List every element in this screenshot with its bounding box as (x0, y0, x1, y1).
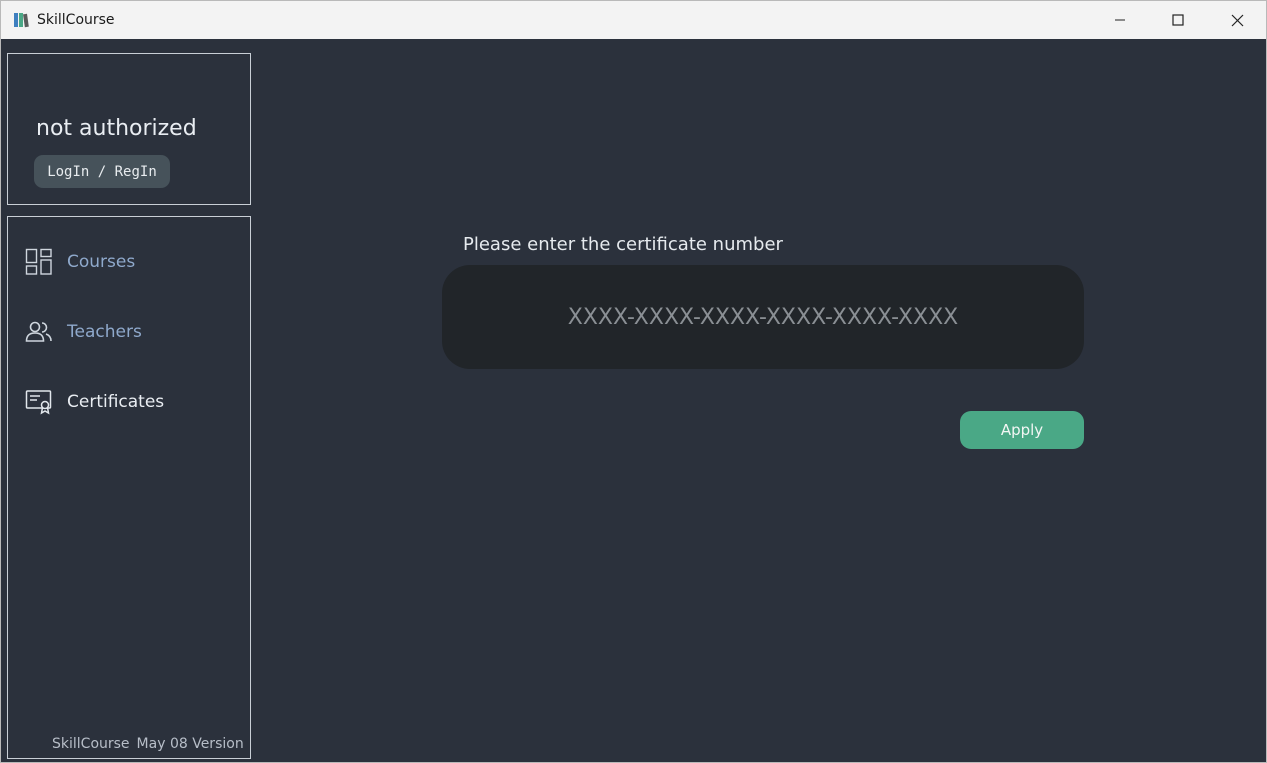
sidebar-item-courses[interactable]: Courses (24, 242, 244, 282)
books-app-icon (14, 13, 29, 28)
sidebar-nav: Courses Teachers Certificates SkillCours… (7, 216, 251, 759)
app-name-label: SkillCourse (52, 736, 130, 752)
window-title: SkillCourse (37, 12, 115, 28)
certificate-number-input[interactable] (442, 265, 1084, 369)
app-content: not authorized LogIn / RegIn Courses Tea… (1, 39, 1266, 762)
auth-status-text: not authorized (36, 116, 197, 141)
sidebar-item-label: Teachers (67, 322, 142, 342)
minimize-icon (1115, 19, 1125, 21)
certificate-prompt: Please enter the certificate number (463, 234, 783, 255)
sidebar-item-certificates[interactable]: Certificates (24, 382, 244, 422)
grid-icon (24, 247, 54, 277)
maximize-button[interactable] (1149, 1, 1207, 39)
version-label: May 08 Version (136, 736, 244, 752)
maximize-icon (1172, 14, 1184, 26)
sidebar-item-label: Certificates (67, 392, 165, 412)
minimize-button[interactable] (1091, 1, 1149, 39)
close-icon (1231, 14, 1243, 26)
people-icon (24, 317, 54, 347)
title-bar[interactable]: SkillCourse (1, 1, 1266, 39)
version-footer: SkillCourse May 08 Version (52, 736, 244, 752)
close-button[interactable] (1208, 1, 1266, 39)
app-window: SkillCourse not authorized LogIn / RegIn (0, 0, 1267, 763)
certificate-icon (24, 387, 54, 417)
sidebar-item-label: Courses (67, 252, 136, 272)
auth-panel: not authorized LogIn / RegIn (7, 53, 251, 205)
apply-button[interactable]: Apply (960, 411, 1084, 449)
sidebar-item-teachers[interactable]: Teachers (24, 312, 244, 352)
login-register-button[interactable]: LogIn / RegIn (34, 155, 170, 188)
